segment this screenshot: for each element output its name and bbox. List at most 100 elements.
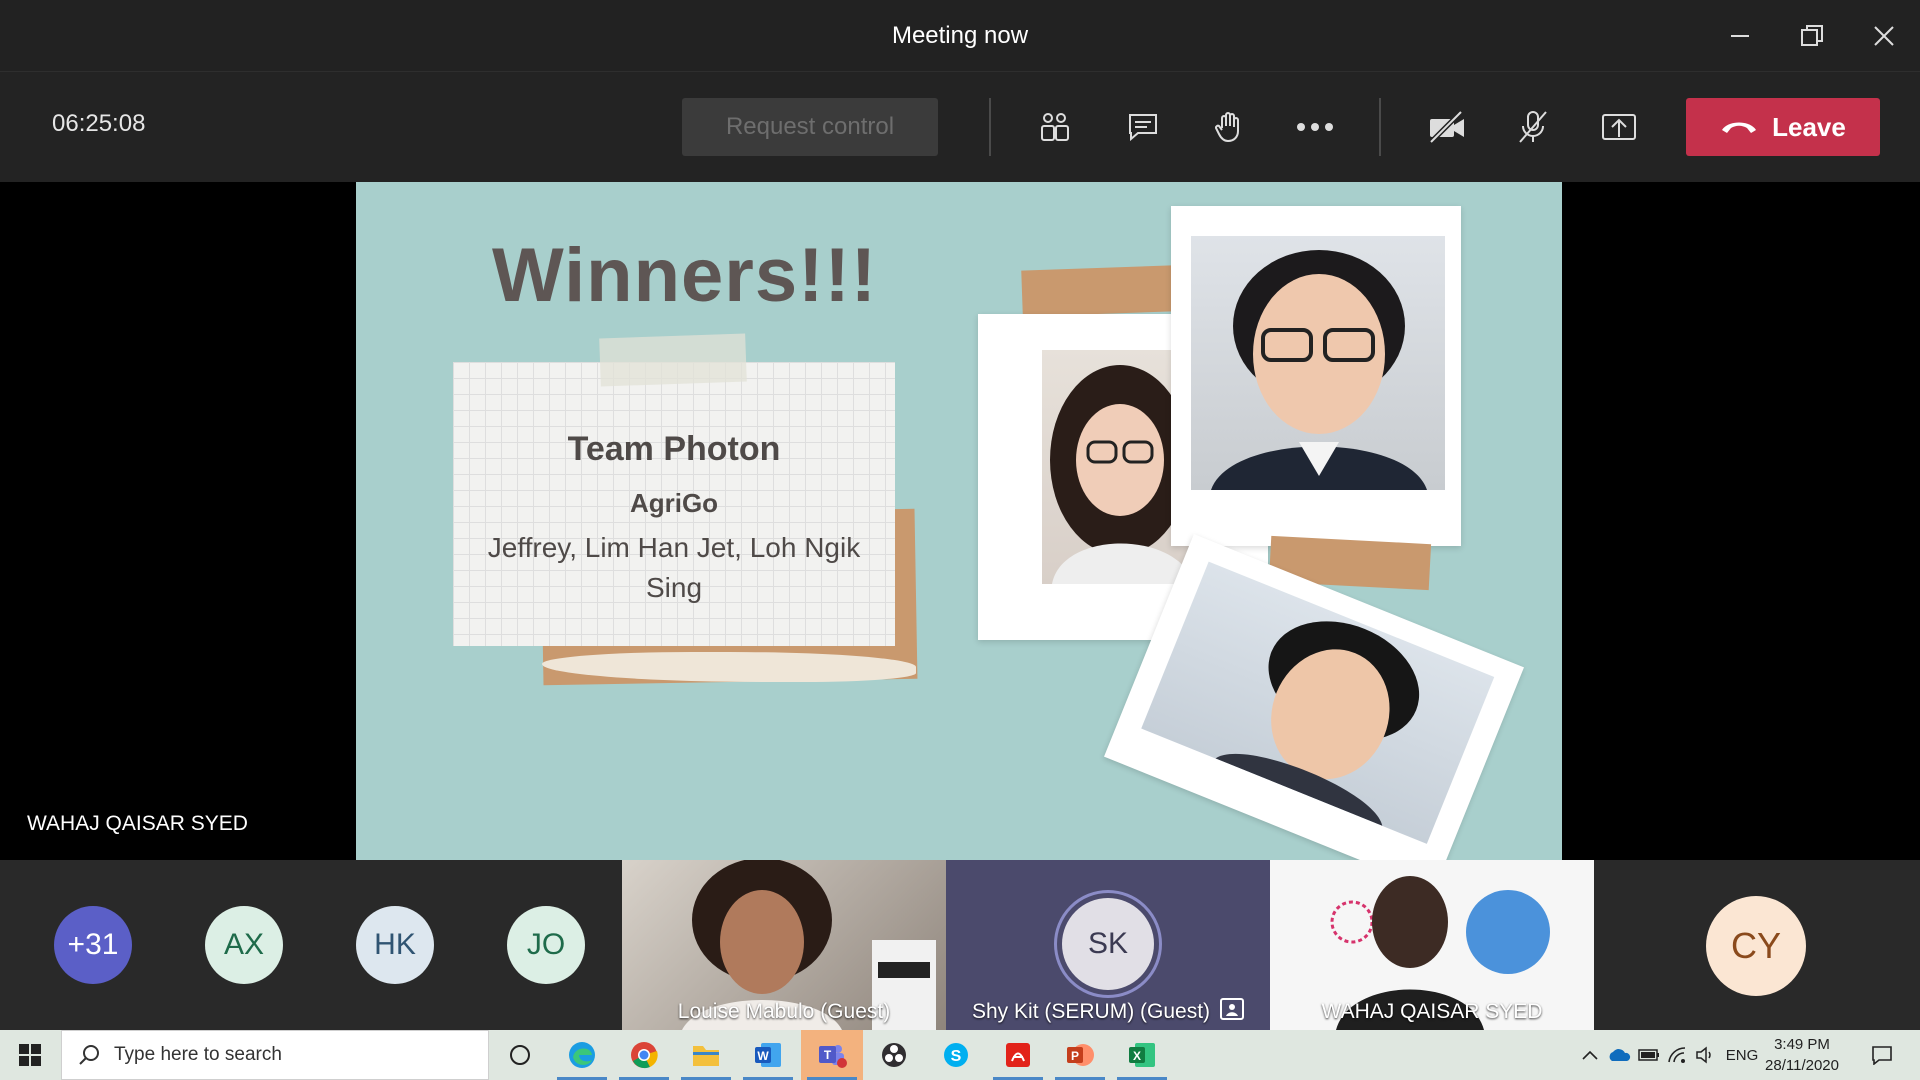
taskbar-app-obs[interactable]	[863, 1030, 925, 1080]
chevron-up-icon	[1582, 1050, 1598, 1060]
chrome-icon	[631, 1042, 658, 1069]
participant-avatar[interactable]: JO	[507, 906, 585, 984]
obs-icon	[882, 1043, 906, 1067]
shared-content-stage: Winners!!! Team Photon AgriGo Jeffrey, L…	[0, 182, 1920, 860]
clock-time: 3:49 PM	[1774, 1036, 1830, 1053]
clock-date: 28/11/2020	[1765, 1057, 1839, 1074]
participant-video-tile[interactable]: WAHAJ QAISAR SYED	[1270, 860, 1594, 1030]
person-photo-icon	[1215, 621, 1420, 826]
action-center-button[interactable]	[1862, 1030, 1902, 1080]
taskbar-app-teams[interactable]: T	[801, 1030, 863, 1080]
people-icon	[1041, 113, 1069, 141]
participant-avatar[interactable]: AX	[205, 906, 283, 984]
presenter-icon	[1220, 998, 1244, 1020]
toolbar-divider	[1379, 98, 1381, 156]
participant-initials: SK	[1062, 898, 1154, 990]
notification-icon	[1872, 1046, 1892, 1065]
windows-logo-icon	[19, 1044, 41, 1066]
chat-icon	[1129, 114, 1157, 142]
camera-toggle-button[interactable]	[1420, 100, 1474, 154]
toolbar-divider	[989, 98, 991, 156]
cloud-icon	[1609, 1049, 1631, 1061]
taskbar-app-word[interactable]: W	[737, 1030, 799, 1080]
participants-button[interactable]	[1028, 100, 1082, 154]
start-button[interactable]	[0, 1030, 60, 1080]
participant-video-tile[interactable]: Louise Mabulo (Guest)	[622, 860, 946, 1030]
raise-hand-button[interactable]	[1202, 100, 1256, 154]
slide-title: Winners!!!	[492, 233, 878, 318]
mic-toggle-button[interactable]	[1506, 100, 1560, 154]
windows-taskbar: Type here to search W T S P X ENG 3:49 P…	[0, 1030, 1920, 1080]
participant-tile[interactable]: SK Shy Kit (SERUM) (Guest)	[946, 860, 1270, 1030]
cortana-icon	[510, 1045, 530, 1065]
taskbar-app-excel[interactable]: X	[1111, 1030, 1173, 1080]
wifi-icon	[1668, 1047, 1686, 1063]
minimize-button[interactable]	[1704, 0, 1776, 72]
overflow-participants-avatar[interactable]: +31	[54, 906, 132, 984]
tape-decoration	[1021, 265, 1173, 317]
speaker-icon	[1696, 1046, 1711, 1064]
taskbar-app-chrome[interactable]	[613, 1030, 675, 1080]
word-icon: W	[755, 1043, 781, 1067]
acrobat-icon	[1006, 1043, 1030, 1067]
battery-tray[interactable]	[1636, 1030, 1662, 1080]
participant-name: WAHAJ QAISAR SYED	[1321, 1000, 1543, 1023]
restore-button[interactable]	[1776, 0, 1848, 72]
close-button[interactable]	[1848, 0, 1920, 72]
participant-avatar[interactable]: HK	[356, 906, 434, 984]
more-options-button[interactable]	[1288, 100, 1342, 154]
battery-icon	[1638, 1049, 1659, 1061]
svg-text:W: W	[757, 1049, 769, 1063]
chat-button[interactable]	[1116, 100, 1170, 154]
hand-icon	[1215, 112, 1239, 142]
app-name: AgriGo	[629, 488, 719, 518]
share-icon	[1602, 114, 1636, 140]
taskbar-app-acrobat[interactable]	[987, 1030, 1049, 1080]
svg-text:T: T	[824, 1048, 832, 1062]
close-icon	[1874, 26, 1894, 46]
task-view-button[interactable]	[489, 1030, 551, 1080]
window-controls	[1704, 0, 1920, 72]
leave-button[interactable]: Leave	[1686, 98, 1880, 156]
photo-frame	[1171, 206, 1461, 546]
skype-icon: S	[944, 1043, 968, 1067]
share-screen-button[interactable]	[1592, 100, 1646, 154]
minimize-icon	[1731, 35, 1749, 37]
camera-off-icon	[1429, 110, 1464, 144]
taskbar-app-edge[interactable]	[551, 1030, 613, 1080]
powerpoint-icon: P	[1067, 1044, 1094, 1066]
meeting-timer: 06:25:08	[52, 110, 146, 137]
more-icon	[1297, 123, 1333, 131]
network-tray[interactable]	[1664, 1030, 1690, 1080]
mic-off-icon	[1519, 111, 1547, 143]
restore-icon	[1801, 25, 1823, 46]
member-photo	[1141, 561, 1495, 844]
search-icon	[79, 1045, 99, 1065]
taskbar-clock[interactable]: 3:49 PM 28/11/2020	[1762, 1034, 1842, 1076]
member-photo	[1191, 236, 1445, 490]
request-control-button[interactable]: Request control	[682, 98, 938, 156]
taskbar-app-powerpoint[interactable]: P	[1049, 1030, 1111, 1080]
input-language[interactable]: ENG	[1722, 1030, 1762, 1080]
taskbar-search[interactable]: Type here to search	[61, 1030, 489, 1080]
teams-icon: T	[819, 1045, 847, 1068]
edge-icon	[569, 1042, 595, 1068]
svg-text:S: S	[951, 1048, 962, 1065]
svg-text:P: P	[1071, 1049, 1079, 1063]
speaking-ring: SK	[1054, 890, 1162, 998]
hang-up-icon	[1722, 122, 1757, 133]
meeting-toolbar: 06:25:08 Request control Leave	[0, 72, 1920, 182]
window-title: Meeting now	[891, 21, 1029, 49]
presenter-name: WAHAJ QAISAR SYED	[27, 812, 248, 835]
show-hidden-icons-button[interactable]	[1578, 1030, 1602, 1080]
taskbar-app-file-explorer[interactable]	[675, 1030, 737, 1080]
person-photo-icon	[1211, 250, 1427, 490]
volume-tray[interactable]	[1692, 1030, 1718, 1080]
taskbar-app-skype[interactable]: S	[925, 1030, 987, 1080]
onedrive-tray[interactable]	[1606, 1030, 1632, 1080]
leave-label: Leave	[1772, 111, 1846, 142]
participant-avatar[interactable]: CY	[1706, 896, 1806, 996]
participants-strip: +31 AX HK JO Louise Mabulo (Guest) SK Sh…	[0, 860, 1920, 1030]
title-bar: Meeting now	[0, 0, 1920, 72]
participant-name: Louise Mabulo (Guest)	[677, 1000, 891, 1023]
